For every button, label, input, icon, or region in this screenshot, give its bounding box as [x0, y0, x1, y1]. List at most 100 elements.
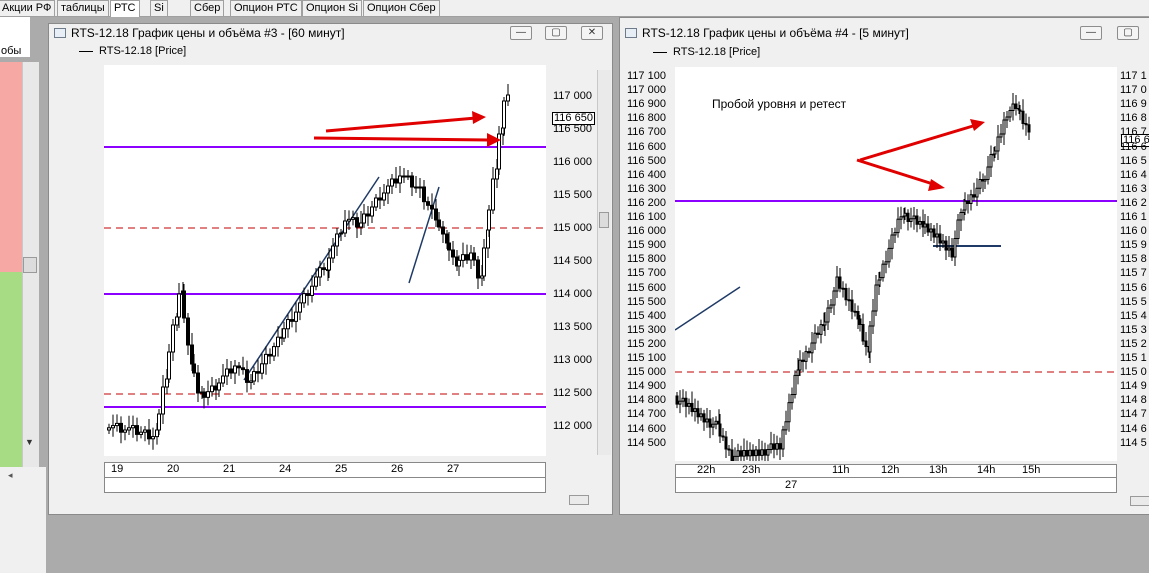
y-tick: 114 000	[553, 288, 592, 300]
tab-option-rts[interactable]: Опцион РТС	[230, 0, 302, 16]
candle-body	[286, 319, 290, 330]
candle-body	[868, 325, 872, 353]
buy-volume-bar	[0, 272, 22, 467]
restore-button[interactable]: ▢	[545, 26, 567, 40]
y-tick: 112 500	[553, 387, 592, 399]
tab-rts[interactable]: РТС	[110, 0, 140, 17]
horizontal-scroll-thumb[interactable]	[569, 495, 589, 505]
candle-body	[406, 175, 410, 178]
y-tick: 115 5	[1120, 295, 1147, 308]
y-tick: 115 9	[1120, 239, 1147, 252]
chart-window-1-titlebar[interactable]: RTS-12.18 График цены и объёма #3 - [60 …	[49, 24, 612, 42]
candle-body	[751, 449, 755, 457]
candle-body	[225, 368, 229, 377]
candle-body	[1024, 123, 1028, 126]
candle-body	[359, 222, 363, 228]
tab-stocks[interactable]: Акции РФ	[0, 0, 56, 16]
candle-body	[748, 449, 752, 457]
chart-window-2[interactable]: RTS-12.18 График цены и объёма #4 - [5 м…	[619, 17, 1149, 515]
candle-body	[986, 166, 990, 180]
tab-option-sber[interactable]: Опцион Сбер	[363, 0, 440, 16]
candle-body	[681, 397, 685, 402]
candle-body	[426, 201, 430, 206]
candle-body	[495, 168, 499, 180]
price-chart-plot[interactable]	[674, 67, 1117, 473]
candle-body	[229, 368, 233, 374]
left-panel-scroll-thumb[interactable]	[23, 257, 37, 273]
y-tick: 116 6	[1120, 140, 1147, 153]
candle-body	[233, 365, 237, 374]
price-chart-plot[interactable]	[104, 65, 546, 456]
candle-body	[838, 276, 842, 289]
x-tick: 21	[223, 463, 236, 475]
candle-body	[702, 413, 706, 423]
scroll-down-arrow-icon[interactable]: ▼	[25, 437, 34, 447]
candle-body	[718, 423, 722, 437]
candle-body	[705, 418, 709, 423]
x-tick: 23h	[742, 464, 761, 476]
close-button[interactable]: ✕	[581, 26, 603, 40]
y-tick: 114 600	[627, 422, 666, 435]
y-tick: 117 000	[553, 90, 592, 102]
x-tick: 27	[447, 463, 460, 475]
y-tick: 116 4	[1120, 168, 1147, 181]
candle-body	[947, 247, 951, 251]
candle-body	[953, 238, 957, 258]
candle-body	[727, 448, 731, 451]
chart-1-vertical-scrollbar[interactable]	[597, 70, 611, 455]
y-tick: 115 3	[1120, 323, 1147, 336]
candle-body	[754, 449, 758, 457]
candle-body	[699, 413, 703, 418]
candle-body	[829, 304, 833, 309]
candle-body	[903, 212, 907, 217]
candle-body	[355, 217, 359, 228]
candle-body	[772, 443, 776, 450]
candle-body	[847, 299, 851, 302]
chart-window-2-titlebar[interactable]: RTS-12.18 График цены и объёма #4 - [5 м…	[620, 24, 1149, 42]
scroll-thumb[interactable]	[599, 212, 609, 228]
candle-body	[775, 443, 779, 450]
candle-body	[906, 212, 910, 222]
candle-body	[856, 311, 860, 320]
candle-body	[804, 351, 808, 362]
candle-body	[111, 425, 115, 429]
minimize-button[interactable]: —	[510, 26, 532, 40]
candle-body	[784, 421, 788, 431]
candle-body	[268, 353, 272, 357]
candle-body	[841, 287, 845, 290]
candle-body	[298, 302, 302, 313]
tab-si[interactable]: Si	[150, 0, 168, 16]
legend-label: RTS-12.18 [Price]	[99, 45, 187, 57]
candle-body	[881, 263, 885, 279]
restore-button[interactable]: ▢	[1117, 26, 1139, 40]
y-tick: 114 7	[1120, 408, 1147, 421]
x-tick: 19	[111, 463, 124, 475]
y-tick: 116 8	[1120, 112, 1147, 125]
candlestick-series	[675, 93, 1031, 473]
y-tick: 116 700	[627, 126, 666, 139]
candle-body	[757, 449, 761, 456]
y-tick: 116 0	[1120, 225, 1147, 238]
candle-body	[414, 186, 418, 189]
legend-label: RTS-12.18 [Price]	[673, 46, 761, 58]
y-tick: 115 300	[627, 323, 666, 336]
candle-body	[327, 257, 331, 271]
tab-sber[interactable]: Сбер	[190, 0, 225, 16]
tab-option-si[interactable]: Опцион Si	[302, 0, 362, 16]
candle-body	[165, 378, 169, 388]
candle-body	[190, 344, 194, 365]
y-tick: 116 600	[627, 140, 666, 153]
candle-body	[983, 179, 987, 182]
candle-body	[1027, 124, 1031, 133]
trend-line-up	[674, 286, 741, 331]
candle-body	[796, 369, 800, 376]
y-tick: 112 000	[553, 420, 592, 432]
candle-body	[434, 208, 438, 221]
horizontal-scroll-thumb[interactable]	[1130, 496, 1149, 506]
y-tick: 115 600	[627, 281, 666, 294]
tab-tables[interactable]: таблицы	[57, 0, 109, 16]
chart-window-1[interactable]: RTS-12.18 График цены и объёма #3 - [60 …	[48, 23, 613, 515]
candle-body	[978, 179, 982, 189]
minimize-button[interactable]: —	[1080, 26, 1102, 40]
candle-body	[996, 136, 1000, 152]
